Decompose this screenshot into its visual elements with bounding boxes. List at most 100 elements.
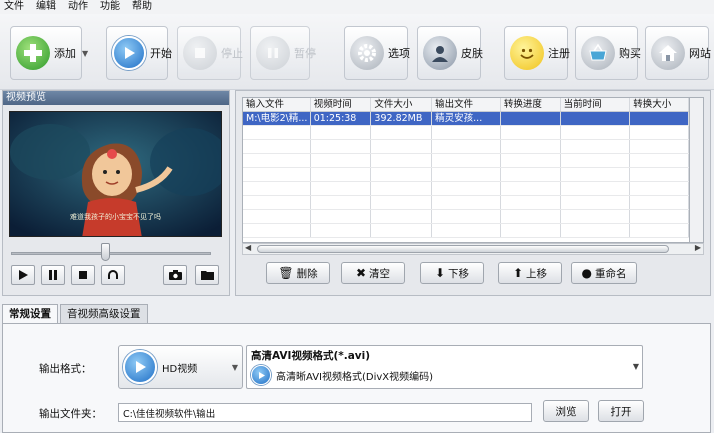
add-button[interactable]: 添加 ▼ (10, 26, 88, 80)
website-button[interactable]: 网站 (645, 26, 711, 80)
output-folder-input[interactable] (118, 403, 532, 422)
skin-label: 皮肤 (461, 47, 483, 60)
col-progress[interactable]: 转换进度 (501, 98, 561, 111)
stop-button[interactable]: 停止 (177, 26, 243, 80)
preview-title: 视频预览 (3, 91, 229, 105)
delete-button[interactable]: 🗑 删除 (266, 262, 330, 284)
stop-label: 停止 (221, 47, 243, 60)
table-header: 输入文件 视频时间 文件大小 输出文件 转换进度 当前时间 转换大小 (243, 98, 689, 112)
menu-help[interactable]: 帮助 (128, 0, 160, 14)
video-subtitle: 难道我孩子的小宝宝不见了吗 (70, 213, 161, 221)
table-row[interactable]: M:\电影2\精... 01:25:38 392.82MB 精灵安孩... (243, 112, 689, 126)
cell-progress (500, 112, 561, 125)
move-down-button[interactable]: ⬇ 下移 (420, 262, 484, 284)
play-icon (251, 365, 271, 385)
col-output-file[interactable]: 输出文件 (432, 98, 501, 111)
move-up-button[interactable]: ⬆ 上移 (498, 262, 562, 284)
loop-button[interactable] (101, 265, 125, 285)
play-icon (19, 270, 28, 280)
stop-icon (79, 271, 87, 279)
play-icon (123, 350, 157, 384)
snapshot-button[interactable] (163, 265, 187, 285)
move-down-label: 下移 (448, 267, 470, 280)
website-label: 网站 (689, 47, 711, 60)
play-button[interactable] (11, 265, 35, 285)
chevron-down-icon[interactable]: ▼ (82, 49, 88, 58)
menu-bar: 文件 编辑 动作 功能 帮助 (0, 0, 714, 14)
toolbar: 添加 ▼ 开始 停止 暂停 选项 皮肤 注册 购买 网站 (0, 14, 714, 90)
col-current-time[interactable]: 当前时间 (561, 98, 631, 111)
clear-x-icon: ✖ (355, 266, 367, 280)
tab-av-advanced-settings[interactable]: 音视频高级设置 (60, 304, 148, 324)
seek-slider-thumb[interactable] (101, 243, 110, 261)
pause-icon (256, 36, 290, 70)
pause-icon (49, 270, 57, 280)
stop-button[interactable] (71, 265, 95, 285)
menu-function[interactable]: 功能 (96, 0, 128, 14)
register-label: 注册 (548, 47, 570, 60)
cell-output-file: 精灵安孩... (432, 112, 501, 125)
seek-track[interactable] (11, 252, 211, 255)
rename-icon: ● (581, 266, 592, 280)
hd-video-button[interactable]: HD视频 ▼ (118, 345, 243, 389)
file-table: 输入文件 视频时间 文件大小 输出文件 转换进度 当前时间 转换大小 M:\电影… (242, 97, 690, 243)
chevron-down-icon[interactable]: ▼ (633, 362, 639, 371)
menu-action[interactable]: 动作 (64, 0, 96, 14)
basket-icon (581, 36, 615, 70)
smiley-icon (510, 36, 544, 70)
output-folder-label: 输出文件夹： (39, 408, 102, 420)
pause-button[interactable] (41, 265, 65, 285)
options-button[interactable]: 选项 (344, 26, 410, 80)
loop-icon (108, 270, 118, 279)
scroll-left-icon[interactable]: ◀ (245, 243, 251, 252)
stop-icon (183, 36, 217, 70)
cell-video-time: 01:25:38 (310, 112, 372, 125)
chevron-down-icon[interactable]: ▼ (232, 363, 238, 372)
menu-edit[interactable]: 编辑 (32, 0, 64, 14)
user-icon (423, 36, 457, 70)
col-input-file[interactable]: 输入文件 (243, 98, 311, 111)
tab-general-settings[interactable]: 常规设置 (2, 304, 58, 325)
format-option[interactable]: 高清晰AVI视频格式(DivX视频编码) (251, 364, 628, 386)
arrow-down-icon: ⬇ (434, 266, 446, 280)
delete-label: 删除 (296, 267, 318, 280)
format-title: 高清AVI视频格式(*.avi) (251, 350, 371, 362)
clear-button[interactable]: ✖ 清空 (341, 262, 405, 284)
rename-label: 重命名 (594, 267, 627, 280)
open-folder-button[interactable] (195, 265, 219, 285)
col-file-size[interactable]: 文件大小 (371, 98, 433, 111)
open-button[interactable]: 打开 (598, 400, 644, 422)
register-button[interactable]: 注册 (504, 26, 570, 80)
settings-panel: 输出格式： HD视频 ▼ 高清AVI视频格式(*.avi) 高清晰AVI视频格式… (2, 323, 711, 433)
trash-icon: 🗑 (278, 266, 294, 280)
buy-label: 购买 (619, 47, 641, 60)
table-right-edge (690, 97, 704, 243)
hd-video-label: HD视频 (162, 363, 198, 375)
skin-button[interactable]: 皮肤 (417, 26, 483, 80)
rename-button[interactable]: ● 重命名 (571, 262, 637, 284)
camera-icon (168, 270, 182, 280)
start-button[interactable]: 开始 (106, 26, 172, 80)
cell-converted-size (630, 112, 689, 125)
preview-panel: 视频预览 难道我孩子的小宝宝不见了吗 (2, 90, 230, 296)
arrow-up-icon: ⬆ (512, 266, 524, 280)
browse-button[interactable]: 浏览 (543, 400, 589, 422)
buy-button[interactable]: 购买 (575, 26, 641, 80)
start-label: 开始 (150, 47, 172, 60)
scroll-right-icon[interactable]: ▶ (695, 243, 701, 252)
pause-button[interactable]: 暂停 (250, 26, 316, 80)
options-label: 选项 (388, 47, 410, 60)
horizontal-scrollbar[interactable]: ◀ ▶ (242, 243, 704, 255)
scrollbar-thumb[interactable] (257, 245, 669, 253)
menu-file[interactable]: 文件 (0, 0, 32, 14)
col-converted-size[interactable]: 转换大小 (630, 98, 689, 111)
format-select[interactable]: 高清AVI视频格式(*.avi) 高清晰AVI视频格式(DivX视频编码) ▼ (246, 345, 643, 389)
folder-icon (200, 271, 214, 280)
cell-input-file: M:\电影2\精... (243, 112, 311, 125)
file-list-panel: 输入文件 视频时间 文件大小 输出文件 转换进度 当前时间 转换大小 M:\电影… (235, 90, 711, 296)
output-format-label: 输出格式： (39, 363, 92, 375)
settings-tabs: 常规设置 音视频高级设置 (2, 304, 150, 325)
cell-file-size: 392.82MB (371, 112, 433, 125)
col-video-time[interactable]: 视频时间 (311, 98, 372, 111)
clear-label: 清空 (369, 267, 391, 280)
